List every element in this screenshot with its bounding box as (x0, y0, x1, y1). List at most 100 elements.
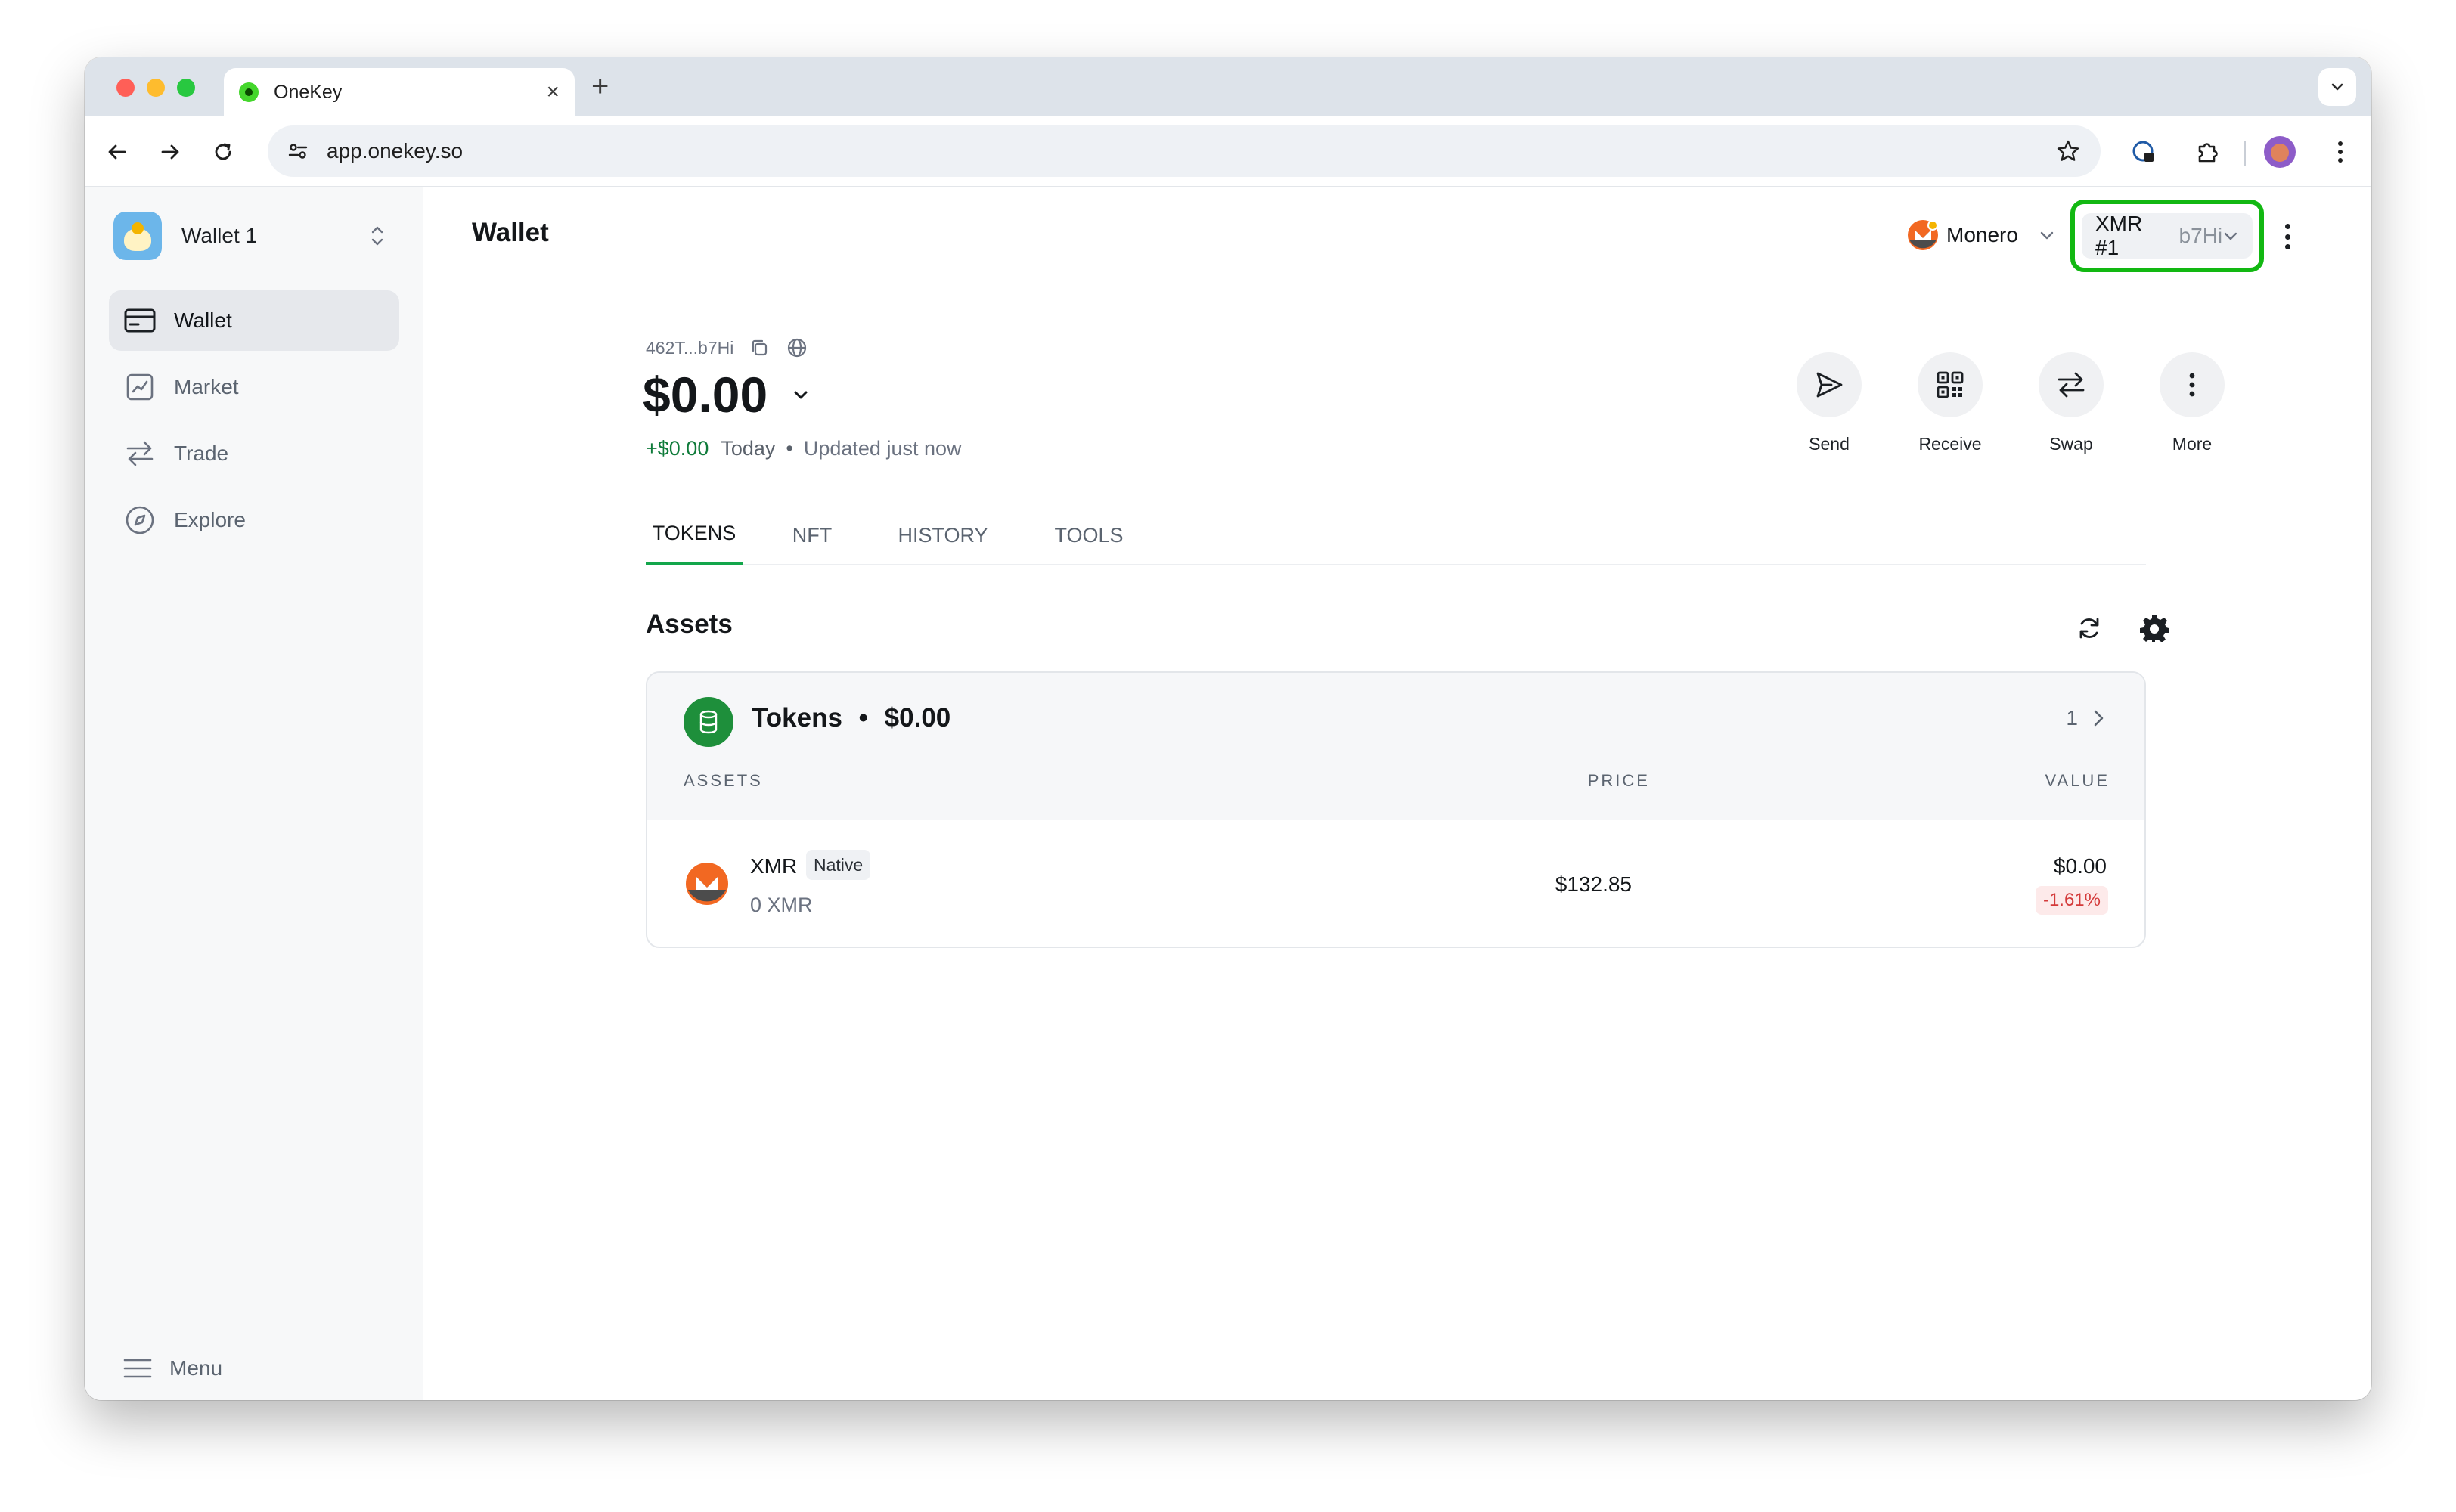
tokens-card-total: $0.00 (884, 703, 951, 733)
column-header-price: PRICE (1587, 771, 1650, 790)
page-title: Wallet (472, 218, 549, 247)
swap-icon (2039, 352, 2104, 417)
swap-arrows-icon (122, 436, 157, 471)
sidebar-item-label: Market (174, 375, 239, 398)
receive-button[interactable]: Receive (1909, 352, 1992, 454)
menu-label: Menu (169, 1356, 223, 1380)
tokens-count[interactable]: 1 (2066, 706, 2107, 730)
wallet-name: Wallet 1 (181, 224, 258, 247)
monero-logo-icon (686, 863, 728, 905)
account-address-suffix: b7Hi (2178, 224, 2223, 247)
action-label: More (2172, 434, 2213, 454)
copy-icon[interactable] (747, 336, 771, 360)
separator-dot: • (858, 703, 868, 733)
refresh-icon[interactable] (2072, 611, 2107, 646)
chevron-right-icon (2094, 710, 2104, 727)
reload-icon (215, 143, 231, 160)
chevron-down-icon (794, 391, 808, 399)
assets-title: Assets (646, 609, 733, 639)
swap-button[interactable]: Swap (2030, 352, 2113, 454)
profile-avatar[interactable] (2264, 136, 2296, 168)
extensions-puzzle-icon[interactable] (2190, 135, 2225, 169)
network-name: Monero (1946, 223, 2018, 246)
column-header-assets: ASSETS (684, 771, 763, 790)
price-change-badge: -1.61% (2035, 886, 2108, 915)
token-balance: 0 XMR (750, 894, 813, 916)
chevron-down-icon (2040, 231, 2054, 240)
tokens-card-title: Tokens • $0.00 (752, 703, 950, 733)
more-options-icon[interactable] (2276, 219, 2299, 254)
sidebar-item-label: Explore (174, 508, 246, 531)
address-bar[interactable]: app.onekey.so (268, 125, 2101, 177)
hamburger-menu-icon (123, 1359, 152, 1378)
balance-change-row: +$0.00 Today • Updated just now (646, 437, 962, 460)
send-icon (1797, 352, 1862, 417)
send-button[interactable]: Send (1788, 352, 1871, 454)
password-manager-extension-icon[interactable] (2126, 135, 2161, 169)
wallet-switcher[interactable]: Wallet 1 (113, 212, 387, 260)
action-label: Send (1809, 434, 1850, 454)
token-row[interactable]: XMR Native 0 XMR $132.85 $0.00 -1.61% (647, 820, 2144, 947)
tab-search-button[interactable] (2318, 68, 2356, 106)
monero-logo-icon (1908, 220, 1938, 250)
tab-history[interactable]: HISTORY (895, 505, 991, 565)
column-header-value: VALUE (2045, 771, 2110, 790)
sidebar-item-explore[interactable]: Explore (109, 490, 399, 550)
native-badge: Native (806, 850, 871, 880)
settings-gear-icon[interactable] (2137, 611, 2172, 646)
minimize-window-button[interactable] (147, 79, 165, 97)
close-window-button[interactable] (116, 79, 135, 97)
main-content: Wallet Monero XMR #1 b7Hi 462T...b7Hi $0… (423, 187, 2371, 1400)
bookmark-star-icon[interactable] (2055, 138, 2081, 164)
tokens-card-label: Tokens (752, 703, 842, 733)
sidebar-item-trade[interactable]: Trade (109, 423, 399, 484)
network-selector[interactable]: Monero (1907, 215, 2056, 256)
close-tab-icon[interactable]: × (546, 81, 560, 104)
tab-tools[interactable]: TOOLS (1051, 505, 1127, 565)
site-settings-icon[interactable] (287, 141, 309, 162)
tab-title: OneKey (274, 81, 343, 103)
database-icon (684, 697, 733, 747)
chevron-down-icon (2331, 83, 2343, 91)
balance-change-period: Today (721, 437, 776, 460)
token-symbol: XMR (750, 854, 798, 878)
account-selector-highlight[interactable]: XMR #1 b7Hi (2070, 200, 2264, 272)
forward-button[interactable] (153, 135, 188, 169)
browser-menu-icon[interactable] (2323, 135, 2358, 169)
action-label: Receive (1918, 434, 1982, 454)
sidebar-item-market[interactable]: Market (109, 357, 399, 417)
total-balance[interactable]: $0.00 (643, 366, 811, 423)
token-value: $0.00 (2053, 854, 2107, 878)
new-tab-button[interactable]: + (591, 71, 609, 101)
updated-status: Updated just now (803, 437, 962, 460)
sidebar-item-label: Wallet (174, 308, 232, 332)
sidebar: Wallet 1 Wallet Market Trade Explore Men… (85, 187, 423, 1400)
tokens-card-header[interactable]: Tokens • $0.00 1 ASSETS PRICE VALUE (647, 673, 2144, 820)
tokens-count-value: 1 (2066, 706, 2078, 730)
arrow-right-icon (161, 144, 179, 160)
more-button[interactable]: More (2151, 352, 2234, 454)
tokens-card: Tokens • $0.00 1 ASSETS PRICE VALUE XMR … (646, 671, 2146, 948)
sidebar-item-label: Trade (174, 442, 229, 465)
onekey-favicon-icon (239, 82, 259, 102)
sidebar-menu-button[interactable]: Menu (122, 1356, 222, 1380)
reload-button[interactable] (206, 135, 240, 169)
address-row: 462T...b7Hi (646, 336, 809, 360)
onekey-app: Wallet 1 Wallet Market Trade Explore Men… (85, 187, 2371, 1400)
sidebar-item-wallet[interactable]: Wallet (109, 290, 399, 351)
balance-value: $0.00 (643, 367, 768, 423)
wallet-icon (122, 303, 157, 338)
account-name: XMR #1 (2095, 212, 2143, 259)
tab-nft[interactable]: NFT (789, 505, 835, 565)
browser-tab[interactable]: OneKey × (224, 68, 575, 116)
chart-icon (122, 370, 157, 404)
tab-tokens[interactable]: TOKENS (646, 505, 743, 565)
token-price: $132.85 (1555, 872, 1632, 896)
account-address: 462T...b7Hi (646, 337, 734, 358)
back-button[interactable] (100, 135, 135, 169)
account-selector[interactable]: XMR #1 b7Hi (2082, 212, 2253, 259)
url-text: app.onekey.so (327, 139, 464, 163)
globe-icon[interactable] (785, 336, 809, 360)
action-label: Swap (2049, 434, 2093, 454)
maximize-window-button[interactable] (177, 79, 195, 97)
